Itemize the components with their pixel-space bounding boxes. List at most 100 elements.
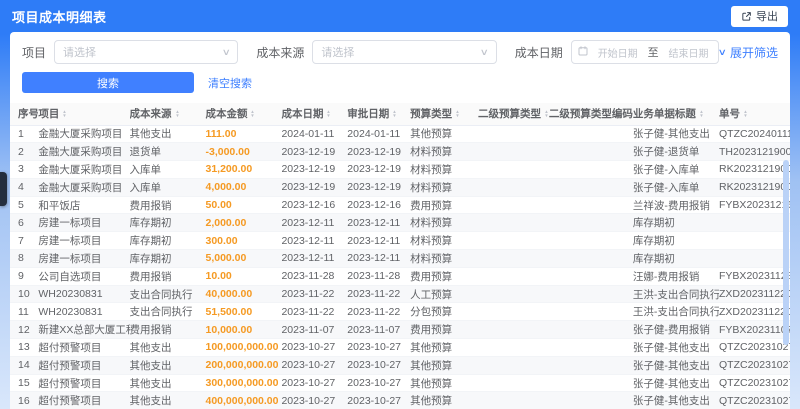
table-row[interactable]: 9 公司自选项目 费用报销 10.00 2023-11-28 2023-11-28 费用预算… (10, 267, 790, 286)
export-icon (741, 11, 752, 22)
sort-icon[interactable]: ▲ ▼ (544, 110, 549, 119)
cell-budget_type: 材料预算 (410, 231, 478, 251)
column-header-cost_source[interactable]: 成本来源 ▲ ▼ (129, 103, 206, 126)
cell-cost_source: 库存期初 (129, 231, 206, 251)
cell-doc_no (719, 249, 790, 268)
table-row[interactable]: 14 超付预警项目 其他支出 200,000,000.00 2023-10-27 2023… (10, 356, 790, 375)
cell-doc_title: 张子健-退货单 (632, 142, 720, 162)
calendar-icon (578, 45, 588, 59)
cell-sub_budget_type (477, 231, 549, 251)
cell-sub_budget_code (548, 285, 633, 304)
column-header-budget_type[interactable]: 预算类型 ▲ ▼ (410, 103, 478, 126)
search-button[interactable]: 搜索 (22, 72, 194, 93)
sort-icon[interactable]: ▲ ▼ (392, 110, 397, 119)
cell-doc_title: 库存期初 (632, 249, 720, 268)
cell-budget_type: 材料预算 (410, 160, 478, 179)
table-row[interactable]: 5 和平饭店 费用报销 50.00 2023-12-16 2023-12-16 费用预算 兰祥… (10, 196, 790, 215)
project-select[interactable]: 请选择 ∨ (54, 40, 239, 64)
cost-date-filter-label: 成本日期 (514, 45, 563, 60)
cell-doc_title: 张子健-其他支出 (632, 374, 720, 393)
cell-amount: 50.00 (205, 196, 282, 215)
cell-budget_type: 材料预算 (410, 249, 478, 268)
cell-approval_date: 2023-10-27 (347, 338, 411, 357)
cell-approval_date: 2023-10-27 (347, 391, 411, 409)
cell-index: 12 (10, 320, 39, 340)
cell-project: 房建一标项目 (38, 231, 130, 251)
cell-index: 2 (10, 142, 39, 162)
cell-doc_title: 张子健-其他支出 (632, 338, 720, 357)
cell-doc_no (719, 213, 790, 233)
cell-amount: 111.00 (205, 125, 282, 144)
column-header-approval_date[interactable]: 审批日期 ▲ ▼ (347, 103, 411, 126)
table-row[interactable]: 8 房建一标项目 库存期初 5,000.00 2023-12-11 2023-12-11 材… (10, 249, 790, 268)
cell-project: 金融大厦采购项目 (38, 142, 130, 162)
table-row[interactable]: 15 超付预警项目 其他支出 300,000,000.00 2023-10-27 2023… (10, 374, 790, 393)
cell-index: 3 (10, 160, 39, 179)
table-row[interactable]: 11 WH20230831 支出合同执行 51,500.00 2023-11-22 202… (10, 302, 790, 322)
cell-cost_source: 库存期初 (129, 249, 206, 268)
vertical-scrollbar[interactable] (783, 132, 789, 409)
cell-doc_no: FYBX20231216001 (719, 196, 790, 215)
column-header-sub_budget_code[interactable]: 二级预算类型编码▲▼ (548, 103, 633, 126)
cell-approval_date: 2023-12-16 (347, 196, 411, 215)
table-row[interactable]: 4 金融大厦采购项目 入库单 4,000.00 2023-12-19 2023-12-19… (10, 178, 790, 197)
table-row[interactable]: 7 房建一标项目 库存期初 300.00 2023-12-11 2023-12-11 材料预… (10, 231, 790, 251)
chevron-down-icon: ∨ (718, 46, 728, 57)
table-row[interactable]: 6 房建一标项目 库存期初 2,000.00 2023-12-11 2023-12-11 材… (10, 213, 790, 233)
cell-sub_budget_code (548, 374, 633, 393)
sort-icon[interactable]: ▲ ▼ (175, 110, 180, 119)
cell-approval_date: 2023-12-19 (347, 142, 411, 162)
cell-approval_date: 2023-12-19 (347, 178, 411, 197)
sort-icon[interactable]: ▲ ▼ (62, 110, 67, 119)
column-header-doc_no[interactable]: 单号 ▲ ▼ (719, 103, 790, 126)
sort-icon[interactable]: ▲ ▼ (743, 110, 748, 119)
column-header-amount[interactable]: 成本金额 ▲ ▼ (205, 103, 282, 126)
cell-index: 7 (10, 231, 39, 251)
cost-date-range-input[interactable]: 开始日期 至 结束日期 (570, 40, 720, 64)
cell-sub_budget_type (477, 338, 549, 357)
sort-icon[interactable]: ▲ ▼ (250, 110, 255, 119)
cell-sub_budget_code (548, 125, 633, 144)
clear-search-link[interactable]: 清空搜索 (208, 75, 252, 91)
start-date-placeholder: 开始日期 (597, 48, 638, 60)
cell-sub_budget_type (477, 178, 549, 197)
side-drawer-handle[interactable] (0, 172, 7, 206)
cost-source-select-placeholder: 请选择 (321, 47, 355, 59)
cost-source-select[interactable]: 请选择 ∨ (312, 40, 497, 64)
cell-cost_source: 退货单 (129, 142, 206, 162)
table-row[interactable]: 2 金融大厦采购项目 退货单 -3,000.00 2023-12-19 2023-12-1… (10, 142, 790, 162)
cell-amount: 10.00 (205, 267, 282, 286)
cell-index: 5 (10, 196, 39, 215)
export-button[interactable]: 导出 (731, 5, 788, 27)
column-header-doc_title[interactable]: 业务单据标题 ▲ ▼ (632, 103, 720, 126)
cell-cost_source: 入库单 (129, 160, 206, 179)
cell-amount: 51,500.00 (205, 302, 282, 322)
cell-index: 14 (10, 356, 39, 375)
sort-icon[interactable]: ▲ ▼ (326, 110, 331, 119)
cell-sub_budget_code (548, 302, 633, 322)
sort-icon[interactable]: ▲ ▼ (455, 110, 460, 119)
cell-doc_no: TH20231219001 (719, 142, 790, 162)
cell-approval_date: 2023-11-22 (347, 285, 411, 304)
cell-amount: 300,000,000.00 (205, 374, 282, 393)
table-row[interactable]: 16 超付预警项目 其他支出 400,000,000.00 2023-10-27 2023… (10, 391, 790, 409)
table-row[interactable]: 1 金融大厦采购项目 其他支出 111.00 2024-01-11 2024-01-11 其… (10, 125, 790, 144)
table-row[interactable]: 3 金融大厦采购项目 入库单 31,200.00 2023-12-19 2023-12-1… (10, 160, 790, 179)
scrollbar-thumb[interactable] (783, 160, 789, 345)
export-button-label: 导出 (756, 11, 778, 23)
sort-icon[interactable]: ▲ ▼ (699, 110, 704, 119)
cell-budget_type: 材料预算 (410, 213, 478, 233)
table-row[interactable]: 13 超付预警项目 其他支出 100,000,000.00 2023-10-27 2023… (10, 338, 790, 357)
cell-cost_source: 其他支出 (129, 338, 206, 357)
filter-actions: 搜索 清空搜索 (10, 64, 790, 103)
cell-project: 金融大厦采购项目 (38, 178, 130, 197)
cell-approval_date: 2024-01-11 (347, 125, 411, 144)
cell-sub_budget_code (548, 178, 633, 197)
cell-sub_budget_type (477, 374, 549, 393)
table-row[interactable]: 10 WH20230831 支出合同执行 40,000.00 2023-11-22 202… (10, 285, 790, 304)
column-header-project[interactable]: 项目 ▲ ▼ (38, 103, 130, 126)
column-header-cost_date[interactable]: 成本日期 ▲ ▼ (281, 103, 348, 126)
table-row[interactable]: 12新建XX总部大厦工程二期费用报销10,000.002023-11-07202… (10, 320, 790, 340)
column-header-sub_budget_type[interactable]: 二级预算类型 ▲ ▼ (477, 103, 549, 126)
expand-filter-link[interactable]: ∨ 展开筛选 (718, 44, 778, 61)
